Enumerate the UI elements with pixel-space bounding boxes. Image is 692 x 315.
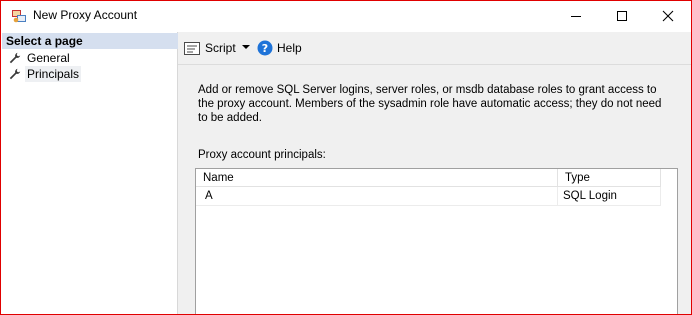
sidebar-item-label: Principals — [25, 66, 82, 82]
window-title: New Proxy Account — [33, 8, 138, 22]
proxy-account-icon — [12, 10, 26, 23]
script-icon — [184, 42, 200, 55]
help-label: Help — [277, 41, 302, 55]
close-button[interactable] — [645, 1, 691, 31]
minimize-icon — [571, 16, 581, 17]
table-row[interactable]: A SQL Login — [196, 187, 661, 206]
page-description: Add or remove SQL Server logins, server … — [198, 84, 662, 124]
select-page-header: Select a page — [2, 33, 181, 49]
wrench-icon — [9, 68, 21, 80]
maximize-button[interactable] — [599, 1, 645, 31]
maximize-icon — [617, 11, 627, 21]
toolbar: Script ? Help — [178, 32, 691, 65]
minimize-button[interactable] — [553, 1, 599, 31]
grid-header: Name Type — [196, 169, 661, 187]
script-dropdown-arrow[interactable] — [242, 45, 250, 49]
wrench-icon — [9, 52, 21, 64]
column-header-type[interactable]: Type — [558, 169, 661, 187]
title-bar: New Proxy Account — [1, 1, 691, 31]
principal-name-cell[interactable]: A — [196, 187, 558, 206]
column-header-name[interactable]: Name — [196, 169, 558, 187]
close-icon — [662, 10, 674, 22]
sidebar-item-label: General — [27, 51, 70, 65]
new-proxy-account-window: New Proxy Account Select a page General — [0, 0, 692, 315]
page-selector-pane: Select a page General Principals — [1, 32, 181, 314]
sidebar-item-principals[interactable]: Principals — [5, 66, 175, 82]
principals-page: Add or remove SQL Server logins, server … — [178, 65, 691, 314]
sidebar-item-general[interactable]: General — [5, 50, 175, 66]
script-label: Script — [205, 41, 236, 55]
proxy-principals-label: Proxy account principals: — [198, 149, 326, 161]
svg-text:?: ? — [262, 42, 268, 55]
help-icon: ? — [257, 40, 273, 56]
principal-type-cell[interactable]: SQL Login — [558, 187, 661, 206]
principals-grid[interactable]: Name Type A SQL Login — [195, 168, 678, 314]
